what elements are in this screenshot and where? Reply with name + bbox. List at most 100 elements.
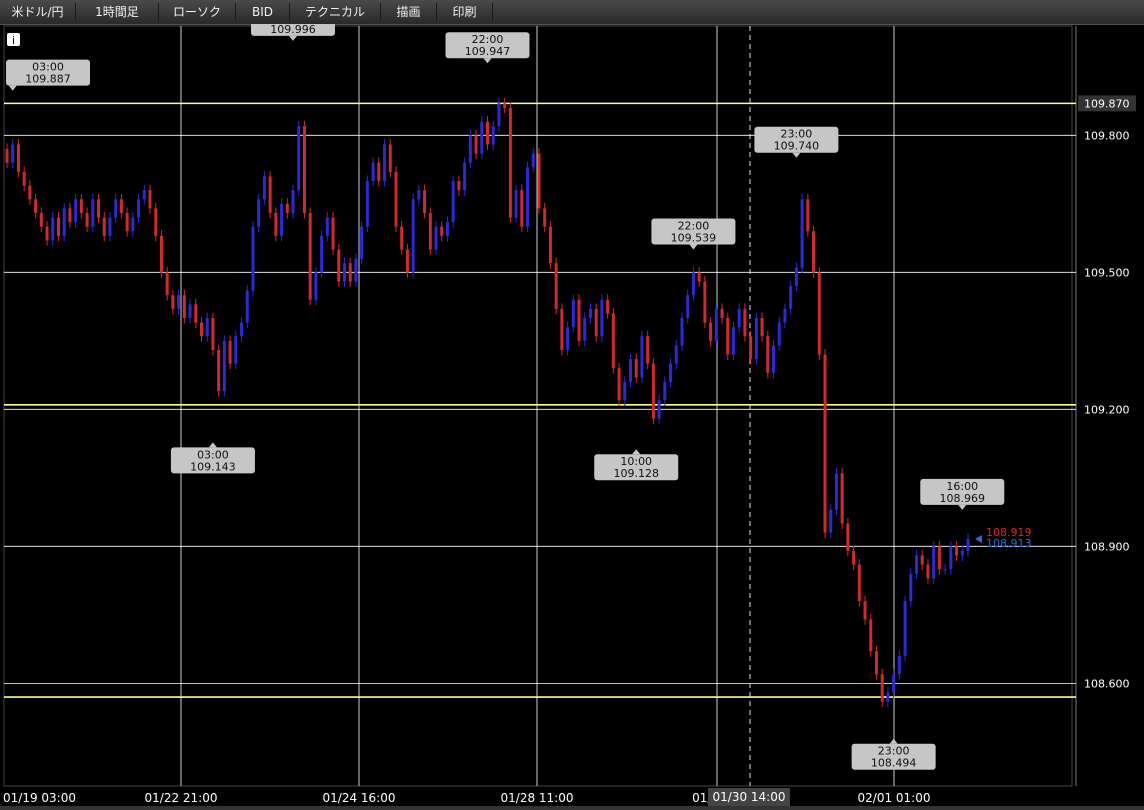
candle-body [177,295,181,309]
chart-style-menu[interactable]: ローソク [159,3,236,21]
candle-body [646,336,650,364]
candle-body [634,359,638,378]
candle-body [45,226,49,241]
plot-area [3,25,1073,787]
callout-price: 109.996 [270,24,316,36]
candle-body [937,546,941,570]
candle-body [943,569,947,571]
candle-body [629,359,633,382]
candle-body [434,226,438,250]
candle-body [234,336,238,364]
candle-body [337,249,341,282]
candle-body [360,226,364,259]
candle-body [154,208,158,236]
candle-body [222,340,226,392]
candle-body [892,674,896,693]
candle-body [886,692,890,702]
candle-body [920,555,924,565]
candle-body [314,272,318,300]
candle-body [794,267,798,287]
candle-body [342,263,346,282]
candle-body [932,546,936,579]
candle-body [274,212,278,236]
candle-body [16,144,20,172]
candle-body [680,318,684,346]
candle-body [11,144,15,163]
draw-menu[interactable]: 描画 [381,3,437,21]
candle-body [674,345,678,364]
candle-body [926,564,930,579]
line-price-label: 109.870 [1084,97,1130,110]
callout-price: 109.143 [190,460,236,473]
print-menu[interactable]: 印刷 [437,3,493,21]
candle-body [526,167,530,227]
candle-body [863,601,867,620]
candle-body [320,235,324,273]
callout-price: 109.539 [671,232,717,245]
y-tick-label: 109.800 [1084,129,1130,142]
candle-body [903,601,907,656]
candle-body [400,226,404,250]
candle-body [39,212,43,227]
ask-price-label: 108.913 [986,537,1032,550]
candle-body [114,199,118,218]
candle-body [543,208,547,227]
candle-body [28,185,32,200]
candle-body [806,199,810,232]
candle-body [137,199,141,218]
candle-body [440,226,444,236]
candle-body [102,217,106,236]
candle-body [846,523,850,551]
currency-pair-menu[interactable]: 米ドル/円 [0,3,76,21]
candle-body [245,290,249,323]
crosshair-time-label: 01/30 14:00 [713,790,786,804]
candle-body [74,199,78,223]
candle-body [377,162,381,182]
candle-body [79,199,83,213]
candle-body [491,126,495,145]
candle-body [726,318,730,355]
candle-body [817,272,821,355]
scroll-strip[interactable] [0,806,1144,810]
timeframe-menu[interactable]: 1時間足 [76,3,159,21]
technical-menu[interactable]: テクニカル [290,3,381,21]
candle-body [251,226,255,291]
candle-body [743,308,747,337]
candle-body [262,176,266,200]
y-tick-label: 109.200 [1084,403,1130,416]
candle-body [62,208,66,236]
candle-body [703,281,707,323]
candle-body [560,308,564,350]
candle-body [766,336,770,373]
candle-body [125,212,129,232]
candle-body [428,212,432,250]
candle-body [600,299,604,337]
candle-body [508,107,512,218]
candle-body [142,190,146,200]
candle-body [852,550,856,565]
candle-body [497,103,501,127]
callout-price: 109.887 [25,73,71,86]
candle-body [68,208,72,223]
candle-body [445,222,449,236]
candle-body [949,546,953,570]
candle-body [651,363,655,419]
price-side-menu[interactable]: BID [236,3,290,21]
candle-body [171,295,175,309]
candle-body [663,381,667,401]
candle-body [869,619,873,652]
x-tick-label: 01/24 16:00 [323,791,396,805]
candle-body [411,199,415,273]
candle-body [451,181,455,223]
candle-body [909,573,913,602]
price-chart[interactable]: 109.800 109.500 109.200 108.900 108.600 01/19… [0,24,1144,810]
candle-body [594,308,598,337]
candle-body [874,651,878,675]
candle-body [211,318,215,350]
candle-body [85,212,89,227]
candle-body [165,272,169,296]
candle-body [749,336,753,360]
x-tick-label: 01/22 21:00 [145,791,218,805]
candle-body [302,126,306,213]
y-tick-label: 108.600 [1084,677,1130,690]
